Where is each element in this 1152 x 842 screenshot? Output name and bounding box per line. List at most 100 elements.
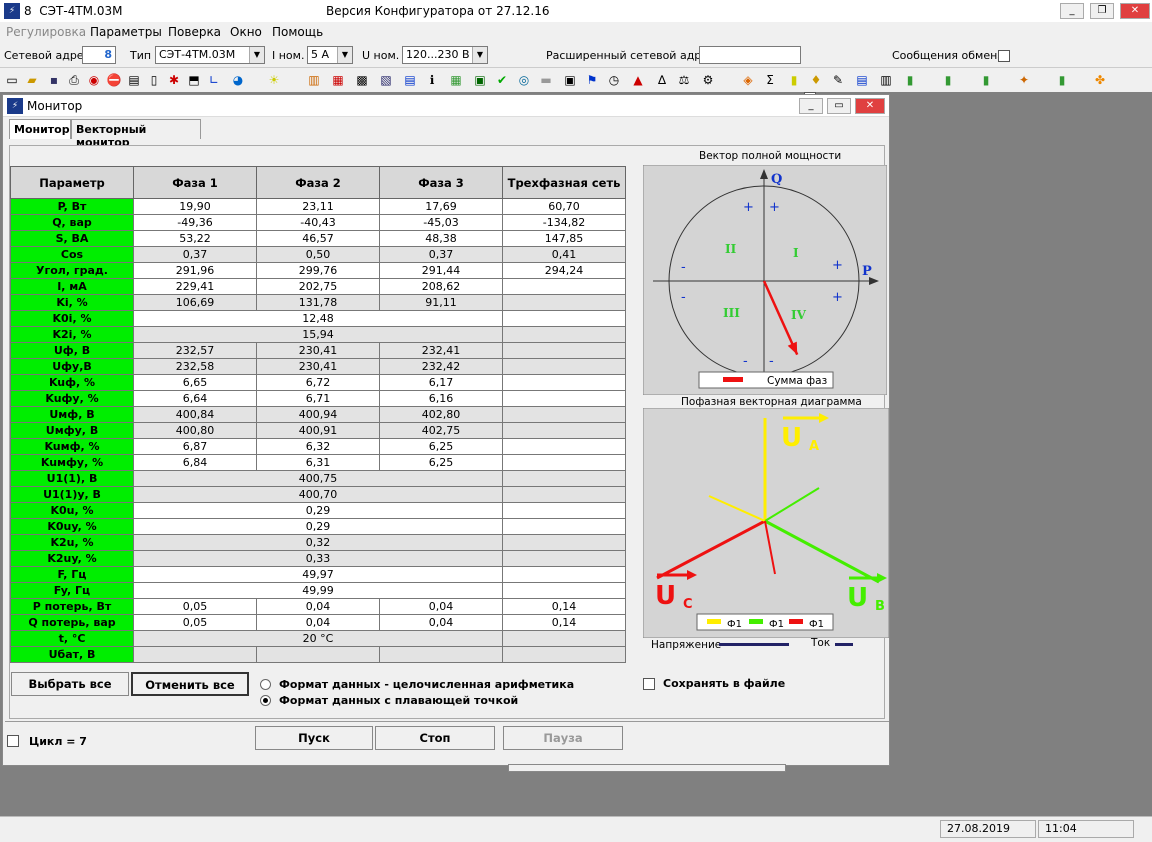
chart-icon[interactable]: ▦: [330, 72, 346, 88]
meter-icon[interactable]: ▯: [146, 72, 162, 88]
row-parameter[interactable]: S, ВА: [10, 230, 134, 247]
cycle-checkbox[interactable]: [7, 735, 19, 747]
cancel-all-button[interactable]: Отменить все: [131, 672, 249, 696]
row-parameter[interactable]: P потерь, Вт: [10, 598, 134, 615]
check-icon[interactable]: ✔: [494, 72, 510, 88]
flag-icon[interactable]: ▲: [630, 72, 646, 88]
connect-icon[interactable]: ◉: [86, 72, 102, 88]
row-parameter[interactable]: I, мА: [10, 278, 134, 295]
row-parameter[interactable]: Q, вар: [10, 214, 134, 231]
row-parameter[interactable]: F, Гц: [10, 566, 134, 583]
wrench-icon[interactable]: ✎: [830, 72, 846, 88]
device2-icon[interactable]: ▮: [940, 72, 956, 88]
graph-icon[interactable]: ∟: [206, 72, 222, 88]
counter-icon[interactable]: ▩: [354, 72, 370, 88]
tools-icon[interactable]: ⚙: [700, 72, 716, 88]
mdi-close-button[interactable]: ✕: [855, 98, 885, 114]
stop-icon[interactable]: ⛔: [106, 72, 122, 88]
row-parameter[interactable]: Ki, %: [10, 294, 134, 311]
scale-icon[interactable]: ⚖: [676, 72, 692, 88]
row-parameter[interactable]: t, °C: [10, 630, 134, 647]
row-parameter[interactable]: Cos: [10, 246, 134, 263]
row-parameter[interactable]: U1(1)у, В: [10, 486, 134, 503]
mdi-minimize-button[interactable]: _: [799, 98, 823, 114]
doc-icon[interactable]: ▤: [854, 72, 870, 88]
header-phase3[interactable]: Фаза 3: [379, 166, 503, 199]
format-float-radio[interactable]: [260, 695, 271, 706]
display-icon[interactable]: ▣: [562, 72, 578, 88]
print-icon[interactable]: ⎙: [66, 72, 82, 88]
row-parameter[interactable]: Uбат, В: [10, 646, 134, 663]
logo-icon[interactable]: ⚑: [584, 72, 600, 88]
unom-select[interactable]: 120...230 В ▼: [402, 46, 488, 64]
menu-verification[interactable]: Поверка: [168, 25, 221, 39]
header-phase1[interactable]: Фаза 1: [133, 166, 257, 199]
row-parameter[interactable]: Kuф, %: [10, 374, 134, 391]
row-parameter[interactable]: Uмф, В: [10, 406, 134, 423]
row-parameter[interactable]: Угол, град.: [10, 262, 134, 279]
close-button[interactable]: ✕: [1120, 3, 1150, 19]
row-parameter[interactable]: Uф, В: [10, 342, 134, 359]
calc-icon[interactable]: ▤: [126, 72, 142, 88]
type-select[interactable]: СЭТ-4ТМ.03М ▼: [155, 46, 265, 64]
row-parameter[interactable]: K0i, %: [10, 310, 134, 327]
header-three-phase[interactable]: Трехфазная сеть: [502, 166, 626, 199]
speedometer-icon[interactable]: ◕: [230, 72, 246, 88]
pause-button[interactable]: Пауза: [503, 726, 623, 750]
mdi-maximize-button[interactable]: ▭: [827, 98, 851, 114]
monitor-icon[interactable]: ▣: [472, 72, 488, 88]
row-parameter[interactable]: K0uy, %: [10, 518, 134, 535]
tab-monitor[interactable]: Монитор: [9, 119, 71, 139]
device5-icon[interactable]: ▮: [1054, 72, 1070, 88]
row-parameter[interactable]: Kuмфу, %: [10, 454, 134, 471]
report-icon[interactable]: ▧: [378, 72, 394, 88]
doc2-icon[interactable]: ▥: [878, 72, 894, 88]
row-parameter[interactable]: Kuмф, %: [10, 438, 134, 455]
new-icon[interactable]: ▭: [4, 72, 20, 88]
row-parameter[interactable]: U1(1), В: [10, 470, 134, 487]
row-parameter[interactable]: P, Вт: [10, 198, 134, 215]
open-icon[interactable]: ▰: [24, 72, 40, 88]
minimize-button[interactable]: _: [1060, 3, 1084, 19]
row-parameter[interactable]: Uфу,В: [10, 358, 134, 375]
stop-button[interactable]: Стоп: [375, 726, 495, 750]
tool-icon[interactable]: ✤: [1092, 72, 1108, 88]
table-icon[interactable]: ▦: [448, 72, 464, 88]
header-phase2[interactable]: Фаза 2: [256, 166, 380, 199]
device4-icon[interactable]: ✦: [1016, 72, 1032, 88]
row-parameter[interactable]: Q потерь, вар: [10, 614, 134, 631]
eye-icon[interactable]: ◎: [516, 72, 532, 88]
format-int-radio[interactable]: [260, 679, 271, 690]
info-icon[interactable]: ℹ: [424, 72, 440, 88]
list-icon[interactable]: ▤: [402, 72, 418, 88]
start-button[interactable]: Пуск: [255, 726, 373, 750]
delta-icon[interactable]: ∆: [654, 72, 670, 88]
clock-icon[interactable]: ◷: [606, 72, 622, 88]
inom-select[interactable]: 5 А ▼: [307, 46, 353, 64]
menu-window[interactable]: Окно: [230, 25, 262, 39]
bulb-icon[interactable]: ☀: [266, 72, 282, 88]
header-parameter[interactable]: Параметр: [10, 166, 134, 199]
pc-icon[interactable]: ▬: [538, 72, 554, 88]
palette-icon[interactable]: ◈: [740, 72, 756, 88]
exchange-checkbox[interactable]: [998, 50, 1010, 62]
row-parameter[interactable]: K2uy, %: [10, 550, 134, 567]
select-all-button[interactable]: Выбрать все: [11, 672, 129, 696]
folder-icon[interactable]: ▮: [786, 72, 802, 88]
device3-icon[interactable]: ▮: [978, 72, 994, 88]
maximize-button[interactable]: ❐: [1090, 3, 1114, 19]
row-parameter[interactable]: Fy, Гц: [10, 582, 134, 599]
menu-regulirovka[interactable]: Регулировка: [6, 25, 86, 39]
device-icon[interactable]: ▮: [902, 72, 918, 88]
sigma-icon[interactable]: Σ: [762, 72, 778, 88]
row-parameter[interactable]: Uмфу, В: [10, 422, 134, 439]
row-parameter[interactable]: K0u, %: [10, 502, 134, 519]
cursor-icon[interactable]: ⬒: [186, 72, 202, 88]
save-file-checkbox[interactable]: [643, 678, 655, 690]
net-addr-input[interactable]: 8: [82, 46, 116, 64]
row-parameter[interactable]: K2i, %: [10, 326, 134, 343]
menu-help[interactable]: Помощь: [272, 25, 323, 39]
menu-parameters[interactable]: Параметры: [90, 25, 162, 39]
row-parameter[interactable]: K2u, %: [10, 534, 134, 551]
pin-icon[interactable]: ♦: [808, 72, 824, 88]
